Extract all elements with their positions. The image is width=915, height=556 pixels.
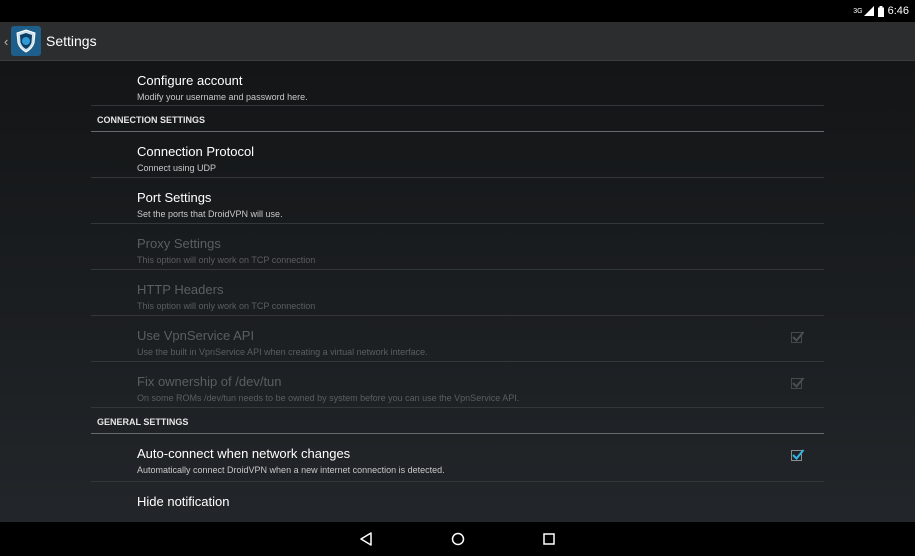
recents-icon[interactable]: [541, 531, 557, 547]
vpnservice-api-checkbox: [791, 331, 805, 343]
item-summary: Use the built in VpnService API when cre…: [137, 347, 428, 357]
settings-list: Configure account Modify your username a…: [91, 61, 824, 522]
settings-content: Configure account Modify your username a…: [0, 61, 915, 522]
signal-icon: [863, 6, 874, 16]
network-type-label: 3G: [853, 7, 863, 15]
back-icon[interactable]: [358, 531, 374, 547]
item-summary: Automatically connect DroidVPN when a ne…: [137, 465, 445, 475]
item-summary: This option will only work on TCP connec…: [137, 301, 316, 311]
checkmark-icon: [792, 331, 805, 342]
status-icons: 3G 6:46: [853, 0, 909, 22]
item-title: Configure account: [137, 73, 243, 88]
battery-icon: [877, 5, 884, 17]
item-summary: Modify your username and password here.: [137, 92, 308, 102]
section-title: CONNECTION SETTINGS: [97, 115, 206, 125]
item-title: Auto-connect when network changes: [137, 446, 351, 461]
connection-protocol-item[interactable]: Connection Protocol Connect using UDP: [91, 132, 824, 178]
connection-settings-header: CONNECTION SETTINGS: [91, 106, 824, 132]
page-title: Settings: [46, 33, 97, 49]
checkmark-icon: [792, 377, 805, 388]
fix-ownership-item: Fix ownership of /dev/tun On some ROMs /…: [91, 362, 824, 408]
item-summary: Set the ports that DroidVPN will use.: [137, 209, 283, 219]
http-headers-item: HTTP Headers This option will only work …: [91, 270, 824, 316]
hide-notification-item[interactable]: Hide notification: [91, 482, 824, 522]
general-settings-header: GENERAL SETTINGS: [91, 408, 824, 434]
item-title: Fix ownership of /dev/tun: [137, 374, 282, 389]
clock: 6:46: [887, 5, 909, 17]
shield-app-icon[interactable]: [11, 26, 41, 56]
item-title: Use VpnService API: [137, 328, 255, 343]
action-bar: ‹ Settings: [0, 22, 915, 61]
item-summary: This option will only work on TCP connec…: [137, 255, 316, 265]
configure-account-item[interactable]: Configure account Modify your username a…: [91, 61, 824, 106]
section-title: GENERAL SETTINGS: [97, 417, 189, 427]
checkmark-icon: [792, 449, 805, 460]
item-title: Hide notification: [137, 494, 230, 509]
auto-connect-checkbox[interactable]: [791, 449, 805, 461]
item-summary: On some ROMs /dev/tun needs to be owned …: [137, 393, 520, 403]
use-vpnservice-api-item: Use VpnService API Use the built in VpnS…: [91, 316, 824, 362]
up-caret-icon[interactable]: ‹: [4, 34, 11, 49]
item-title: Port Settings: [137, 190, 212, 205]
status-bar: 3G 6:46: [0, 0, 915, 22]
item-title: Proxy Settings: [137, 236, 221, 251]
fix-ownership-checkbox: [791, 377, 805, 389]
item-title: Connection Protocol: [137, 144, 255, 159]
port-settings-item[interactable]: Port Settings Set the ports that DroidVP…: [91, 178, 824, 224]
item-title: HTTP Headers: [137, 282, 224, 297]
proxy-settings-item: Proxy Settings This option will only wor…: [91, 224, 824, 270]
navigation-bar: [0, 522, 915, 556]
auto-connect-item[interactable]: Auto-connect when network changes Automa…: [91, 434, 824, 482]
item-summary: Connect using UDP: [137, 163, 217, 173]
home-icon[interactable]: [450, 531, 466, 547]
